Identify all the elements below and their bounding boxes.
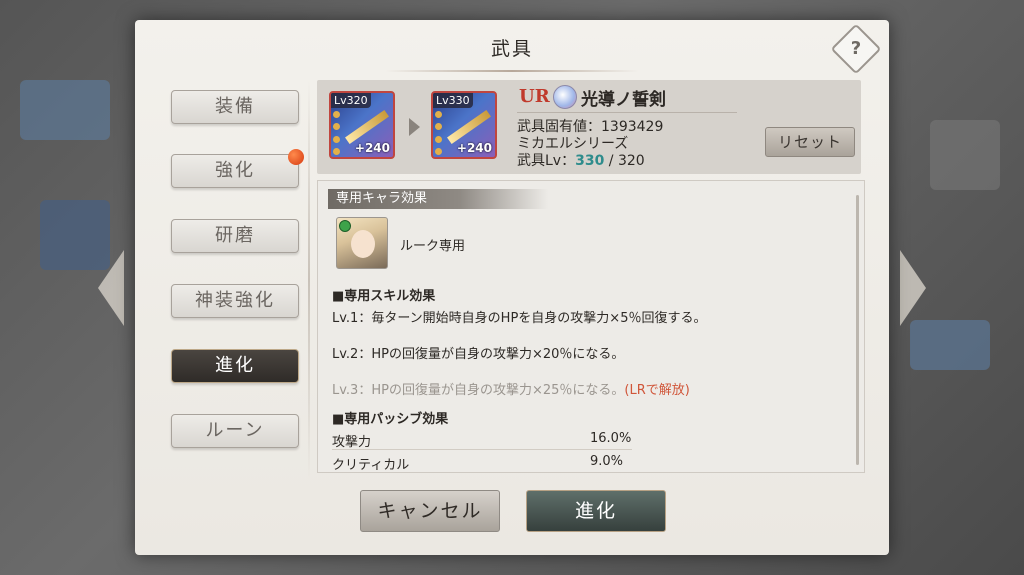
- notification-dot-icon: [288, 149, 304, 165]
- skill-lv1: Lv.1：毎ターン開始時自身のHPを自身の攻撃力×5％回復する。: [332, 311, 707, 326]
- help-button[interactable]: ?: [830, 23, 882, 75]
- tab-polish[interactable]: 研磨: [171, 219, 299, 253]
- character-avatar[interactable]: [336, 217, 388, 269]
- panel-scrollbar[interactable]: [856, 195, 859, 465]
- question-icon: ?: [850, 38, 862, 59]
- passive-row: 攻撃力 16.0%: [332, 431, 632, 450]
- stat-divider: [332, 449, 632, 450]
- dialog-title: 武具: [490, 38, 533, 60]
- skill-lv2: Lv.2：HPの回復量が自身の攻撃力×20％になる。: [332, 347, 625, 362]
- weapon-card-after[interactable]: Lv330 +240: [431, 91, 497, 159]
- tab-evolve[interactable]: 進化: [171, 349, 299, 383]
- weapon-level-max: 320: [617, 153, 645, 169]
- tab-label: 強化: [215, 160, 255, 181]
- weapon-plus-after: +240: [456, 141, 492, 155]
- tab-rune[interactable]: ルーン: [171, 414, 299, 448]
- arrow-right-icon: [409, 118, 420, 136]
- star-pips: [435, 111, 443, 155]
- wind-element-icon: [339, 220, 351, 232]
- passive-heading: ■専用パッシブ効果: [332, 412, 449, 427]
- tab-equip[interactable]: 装備: [171, 90, 299, 124]
- tab-label: 装備: [215, 96, 255, 117]
- skill-lv3-note: (LRで解放): [624, 383, 690, 398]
- skill-lv3: Lv.3：HPの回復量が自身の攻撃力×25％になる。(LRで解放): [332, 379, 690, 398]
- tab-label: 神装強化: [195, 290, 275, 311]
- sword-icon: [447, 109, 491, 145]
- weapon-level-label: 武具Lv：: [517, 153, 576, 169]
- light-element-icon: [553, 85, 577, 109]
- name-divider: [517, 112, 737, 113]
- evolve-button[interactable]: 進化: [526, 490, 666, 532]
- tab-label: ルーン: [205, 420, 265, 441]
- passive-value: 16.0%: [590, 431, 632, 446]
- weapon-level-current: 330: [575, 153, 605, 169]
- weapon-level-before: Lv320: [331, 93, 371, 108]
- effect-panel[interactable]: 専用キャラ効果 ルーク専用 ■専用スキル効果 Lv.1：毎ターン開始時自身のHP…: [317, 180, 865, 473]
- weapon-dialog: 武具 ? 装備 強化 研磨 神装強化 進化 ルーン Lv320 +240 Lv3…: [135, 20, 889, 555]
- tab-enhance[interactable]: 強化: [171, 149, 304, 188]
- weapon-level-after: Lv330: [433, 93, 473, 108]
- weapon-header: Lv320 +240 Lv330 +240 UR 光導ノ誓剣 武具固有値：139…: [317, 80, 861, 174]
- tab-label: 研磨: [215, 225, 255, 246]
- passive-name: クリティカル: [332, 458, 410, 473]
- tab-label: 進化: [215, 355, 255, 376]
- sword-icon: [345, 109, 389, 145]
- star-pips: [333, 111, 341, 155]
- weapon-level-line: 武具Lv：330 / 320: [517, 150, 645, 170]
- sidebar-divider: [308, 80, 310, 480]
- tab-divine-enhance[interactable]: 神装強化: [171, 284, 299, 318]
- passive-row: クリティカル 9.0%: [332, 454, 632, 473]
- skill-heading: ■専用スキル効果: [332, 289, 436, 304]
- weapon-level-separator: /: [604, 153, 618, 169]
- passive-value: 9.0%: [590, 454, 624, 469]
- skill-lv3-text: Lv.3：HPの回復量が自身の攻撃力×25％になる。: [332, 383, 625, 398]
- cancel-button[interactable]: キャンセル: [360, 490, 500, 532]
- rarity-badge: UR: [519, 86, 550, 107]
- weapon-card-before[interactable]: Lv320 +240: [329, 91, 395, 159]
- section-title: 専用キャラ効果: [328, 189, 548, 209]
- title-divider: [385, 70, 639, 72]
- passive-name: 攻撃力: [332, 435, 372, 450]
- weapon-plus-before: +240: [354, 141, 390, 155]
- character-face: [351, 230, 375, 258]
- reset-button[interactable]: リセット: [765, 127, 855, 157]
- character-exclusive-label: ルーク専用: [400, 239, 466, 254]
- weapon-name: 光導ノ誓剣: [581, 90, 666, 110]
